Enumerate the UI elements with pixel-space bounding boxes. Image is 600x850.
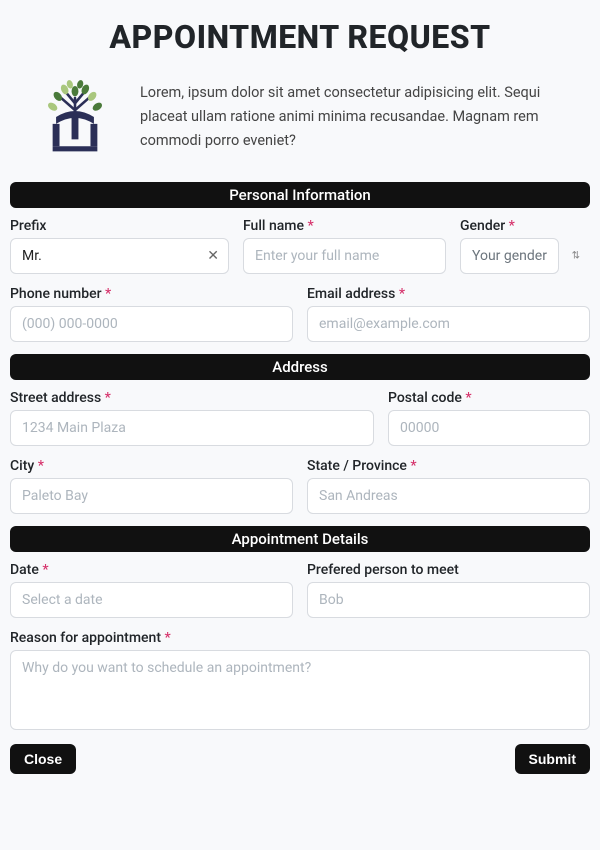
email-input[interactable] [307, 306, 590, 342]
street-input[interactable] [10, 410, 374, 446]
state-input[interactable] [307, 478, 590, 514]
field-date: Date * [10, 562, 293, 618]
footer: Close Submit [10, 744, 590, 774]
field-person: Prefered person to meet [307, 562, 590, 618]
tree-logo-icon [30, 72, 120, 162]
label-reason: Reason for appointment * [10, 630, 590, 646]
field-prefix: Prefix ✕ [10, 218, 229, 274]
intro-row: Lorem, ipsum dolor sit amet consectetur … [10, 72, 590, 178]
label-fullname: Full name * [243, 218, 446, 234]
page-title: APPOINTMENT REQUEST [10, 18, 590, 56]
city-input[interactable] [10, 478, 293, 514]
label-phone: Phone number * [10, 286, 293, 302]
label-email: Email address * [307, 286, 590, 302]
label-gender: Gender * [460, 218, 590, 234]
label-prefix: Prefix [10, 218, 229, 234]
field-email: Email address * [307, 286, 590, 342]
field-phone: Phone number * [10, 286, 293, 342]
person-input[interactable] [307, 582, 590, 618]
section-header-details: Appointment Details [10, 526, 590, 552]
gender-select[interactable]: Your gender [460, 238, 559, 274]
field-state: State / Province * [307, 458, 590, 514]
label-person: Prefered person to meet [307, 562, 590, 578]
field-gender: Gender * Your gender [460, 218, 590, 274]
close-button[interactable]: Close [10, 744, 76, 774]
field-reason: Reason for appointment * [10, 630, 590, 730]
section-header-address: Address [10, 354, 590, 380]
fullname-input[interactable] [243, 238, 446, 274]
field-street: Street address * [10, 390, 374, 446]
label-street: Street address * [10, 390, 374, 406]
label-city: City * [10, 458, 293, 474]
section-header-personal: Personal Information [10, 182, 590, 208]
postal-input[interactable] [388, 410, 590, 446]
date-input[interactable] [10, 582, 293, 618]
phone-input[interactable] [10, 306, 293, 342]
prefix-input[interactable] [10, 238, 229, 274]
submit-button[interactable]: Submit [515, 744, 590, 774]
field-fullname: Full name * [243, 218, 446, 274]
reason-textarea[interactable] [10, 650, 590, 730]
field-postal: Postal code * [388, 390, 590, 446]
label-date: Date * [10, 562, 293, 578]
clear-prefix-icon[interactable]: ✕ [207, 248, 219, 264]
label-postal: Postal code * [388, 390, 590, 406]
label-state: State / Province * [307, 458, 590, 474]
intro-text: Lorem, ipsum dolor sit amet consectetur … [140, 81, 570, 153]
field-city: City * [10, 458, 293, 514]
